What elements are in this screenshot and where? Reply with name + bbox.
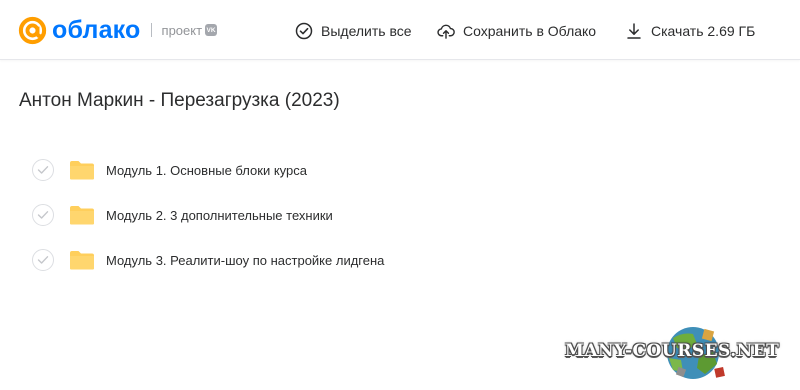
check-circle-icon	[295, 22, 313, 40]
save-to-cloud-label: Сохранить в Облако	[463, 23, 597, 39]
save-to-cloud-button[interactable]: Сохранить в Облако	[437, 20, 596, 42]
logo-divider	[150, 23, 152, 37]
download-icon	[625, 22, 643, 40]
checkmark-icon	[37, 211, 49, 219]
checkmark-icon	[37, 256, 49, 264]
folder-name: Модуль 1. Основные блоки курса	[106, 162, 307, 178]
select-checkbox[interactable]	[32, 159, 54, 181]
cloud-upload-icon	[437, 22, 455, 40]
folder-icon	[70, 206, 94, 225]
folder-name: Модуль 3. Реалити-шоу по настройке лидге…	[106, 252, 385, 268]
folder-icon	[70, 251, 94, 270]
download-button[interactable]: Скачать 2.69 ГБ	[625, 20, 755, 42]
top-header: облако проект VK Выделить все Сохранить …	[0, 0, 800, 60]
folder-row[interactable]: Модуль 3. Реалити-шоу по настройке лидге…	[32, 247, 384, 273]
cloud-logo[interactable]: облако проект VK	[18, 14, 218, 46]
select-all-button[interactable]: Выделить все	[295, 20, 412, 42]
logo-text: облако	[52, 15, 141, 44]
at-sign-logo-icon	[18, 16, 47, 44]
folder-icon	[70, 161, 94, 180]
checkmark-icon	[37, 166, 49, 174]
site-watermark: MANY-COURSES.NET	[565, 322, 787, 384]
select-checkbox[interactable]	[32, 249, 54, 271]
page-title: Антон Маркин - Перезагрузка (2023)	[19, 90, 340, 111]
download-label: Скачать 2.69 ГБ	[651, 23, 756, 39]
vk-badge-icon: VK	[205, 24, 218, 36]
project-label: проект	[161, 22, 203, 38]
select-all-label: Выделить все	[321, 23, 412, 39]
select-checkbox[interactable]	[32, 204, 54, 226]
watermark-text: MANY-COURSES.NET	[565, 341, 780, 361]
folder-name: Модуль 2. 3 дополнительные техники	[106, 207, 333, 223]
folder-row[interactable]: Модуль 2. 3 дополнительные техники	[32, 202, 333, 228]
folder-row[interactable]: Модуль 1. Основные блоки курса	[32, 157, 307, 183]
